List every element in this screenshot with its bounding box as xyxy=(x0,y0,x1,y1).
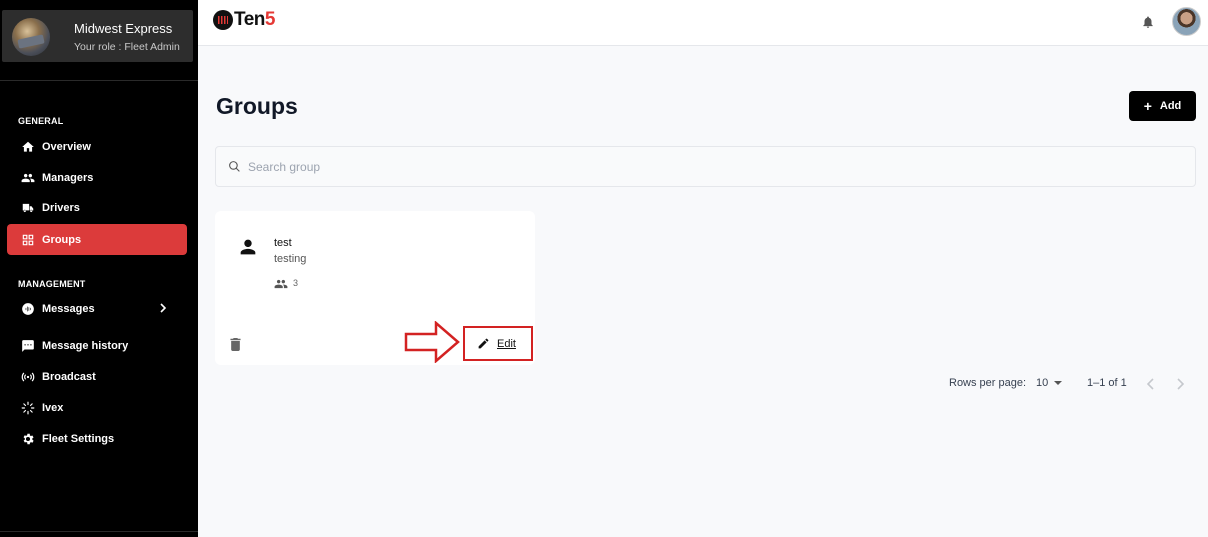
caret-down-icon xyxy=(1054,381,1063,385)
sidebar-item-label: Managers xyxy=(42,171,94,184)
search-bar xyxy=(215,146,1196,187)
sidebar-divider xyxy=(0,80,198,81)
gear-icon xyxy=(21,432,35,446)
delete-icon[interactable] xyxy=(230,338,241,351)
section-label-general: GENERAL xyxy=(18,116,64,126)
sidebar-item-label: Ivex xyxy=(42,401,64,414)
sidebar-item-label: Overview xyxy=(42,140,91,153)
sidebar-item-overview[interactable]: Overview xyxy=(7,131,187,162)
sidebar-divider xyxy=(0,531,198,532)
plus-icon: + xyxy=(1143,98,1152,114)
group-name: test xyxy=(274,237,292,249)
sidebar-item-drivers[interactable]: Drivers xyxy=(7,192,187,223)
top-header: Ten5 xyxy=(198,0,1208,46)
page-title: Groups xyxy=(216,93,298,119)
audio-message-icon xyxy=(21,302,35,316)
people-icon xyxy=(21,171,35,185)
sidebar-item-ivex[interactable]: Ivex xyxy=(7,392,187,423)
search-icon xyxy=(228,160,241,173)
home-icon xyxy=(21,140,35,154)
chat-icon xyxy=(21,339,35,353)
grid-icon xyxy=(21,233,35,247)
add-button-label: Add xyxy=(1159,100,1182,112)
chevron-right-icon xyxy=(157,302,169,314)
spinner-icon xyxy=(21,401,35,415)
add-group-button[interactable]: + Add xyxy=(1129,91,1196,121)
sidebar-item-label: Fleet Settings xyxy=(42,432,115,445)
rows-per-page-select[interactable]: 10 xyxy=(1036,377,1063,389)
org-switcher[interactable]: Midwest Express Your role : Fleet Admin xyxy=(2,10,193,62)
broadcast-icon xyxy=(21,370,35,384)
annotation-highlight-box xyxy=(463,326,533,361)
sidebar-item-label: Messages xyxy=(42,302,95,315)
search-input[interactable] xyxy=(248,159,1148,174)
sidebar-item-groups[interactable]: Groups xyxy=(7,224,187,255)
sidebar-item-managers[interactable]: Managers xyxy=(7,162,187,193)
sidebar-item-label: Broadcast xyxy=(42,370,96,383)
sidebar-item-messages[interactable]: Messages xyxy=(7,293,187,324)
logo-text: Ten5 xyxy=(234,9,275,30)
group-description: testing xyxy=(274,253,307,265)
org-name: Midwest Express xyxy=(74,21,173,36)
rows-per-page-label: Rows per page: xyxy=(949,377,1027,389)
person-icon xyxy=(237,236,259,258)
org-avatar xyxy=(12,18,50,56)
sidebar-item-broadcast[interactable]: Broadcast xyxy=(7,361,187,392)
org-role: Your role : Fleet Admin xyxy=(74,41,180,53)
annotation-arrow-icon xyxy=(404,321,460,363)
sidebar: Midwest Express Your role : Fleet Admin … xyxy=(0,0,198,537)
chevron-left-icon[interactable] xyxy=(1146,378,1156,390)
members-icon xyxy=(274,277,288,289)
sidebar-item-fleet-settings[interactable]: Fleet Settings xyxy=(7,423,187,454)
logo-mark-icon xyxy=(213,10,233,30)
ten5-logo[interactable]: Ten5 xyxy=(213,9,275,31)
user-avatar[interactable] xyxy=(1172,7,1201,36)
rows-per-page-value: 10 xyxy=(1036,377,1049,389)
page-range: 1–1 of 1 xyxy=(1087,377,1127,389)
member-count: 3 xyxy=(293,278,299,288)
chevron-right-icon[interactable] xyxy=(1175,378,1185,390)
truck-icon xyxy=(21,201,35,215)
section-label-management: MANAGEMENT xyxy=(18,279,86,289)
sidebar-item-label: Drivers xyxy=(42,201,80,214)
sidebar-item-label: Groups xyxy=(42,233,82,246)
bell-icon[interactable] xyxy=(1141,14,1155,30)
sidebar-item-label: Message history xyxy=(42,339,129,352)
sidebar-item-message-history[interactable]: Message history xyxy=(7,330,187,361)
